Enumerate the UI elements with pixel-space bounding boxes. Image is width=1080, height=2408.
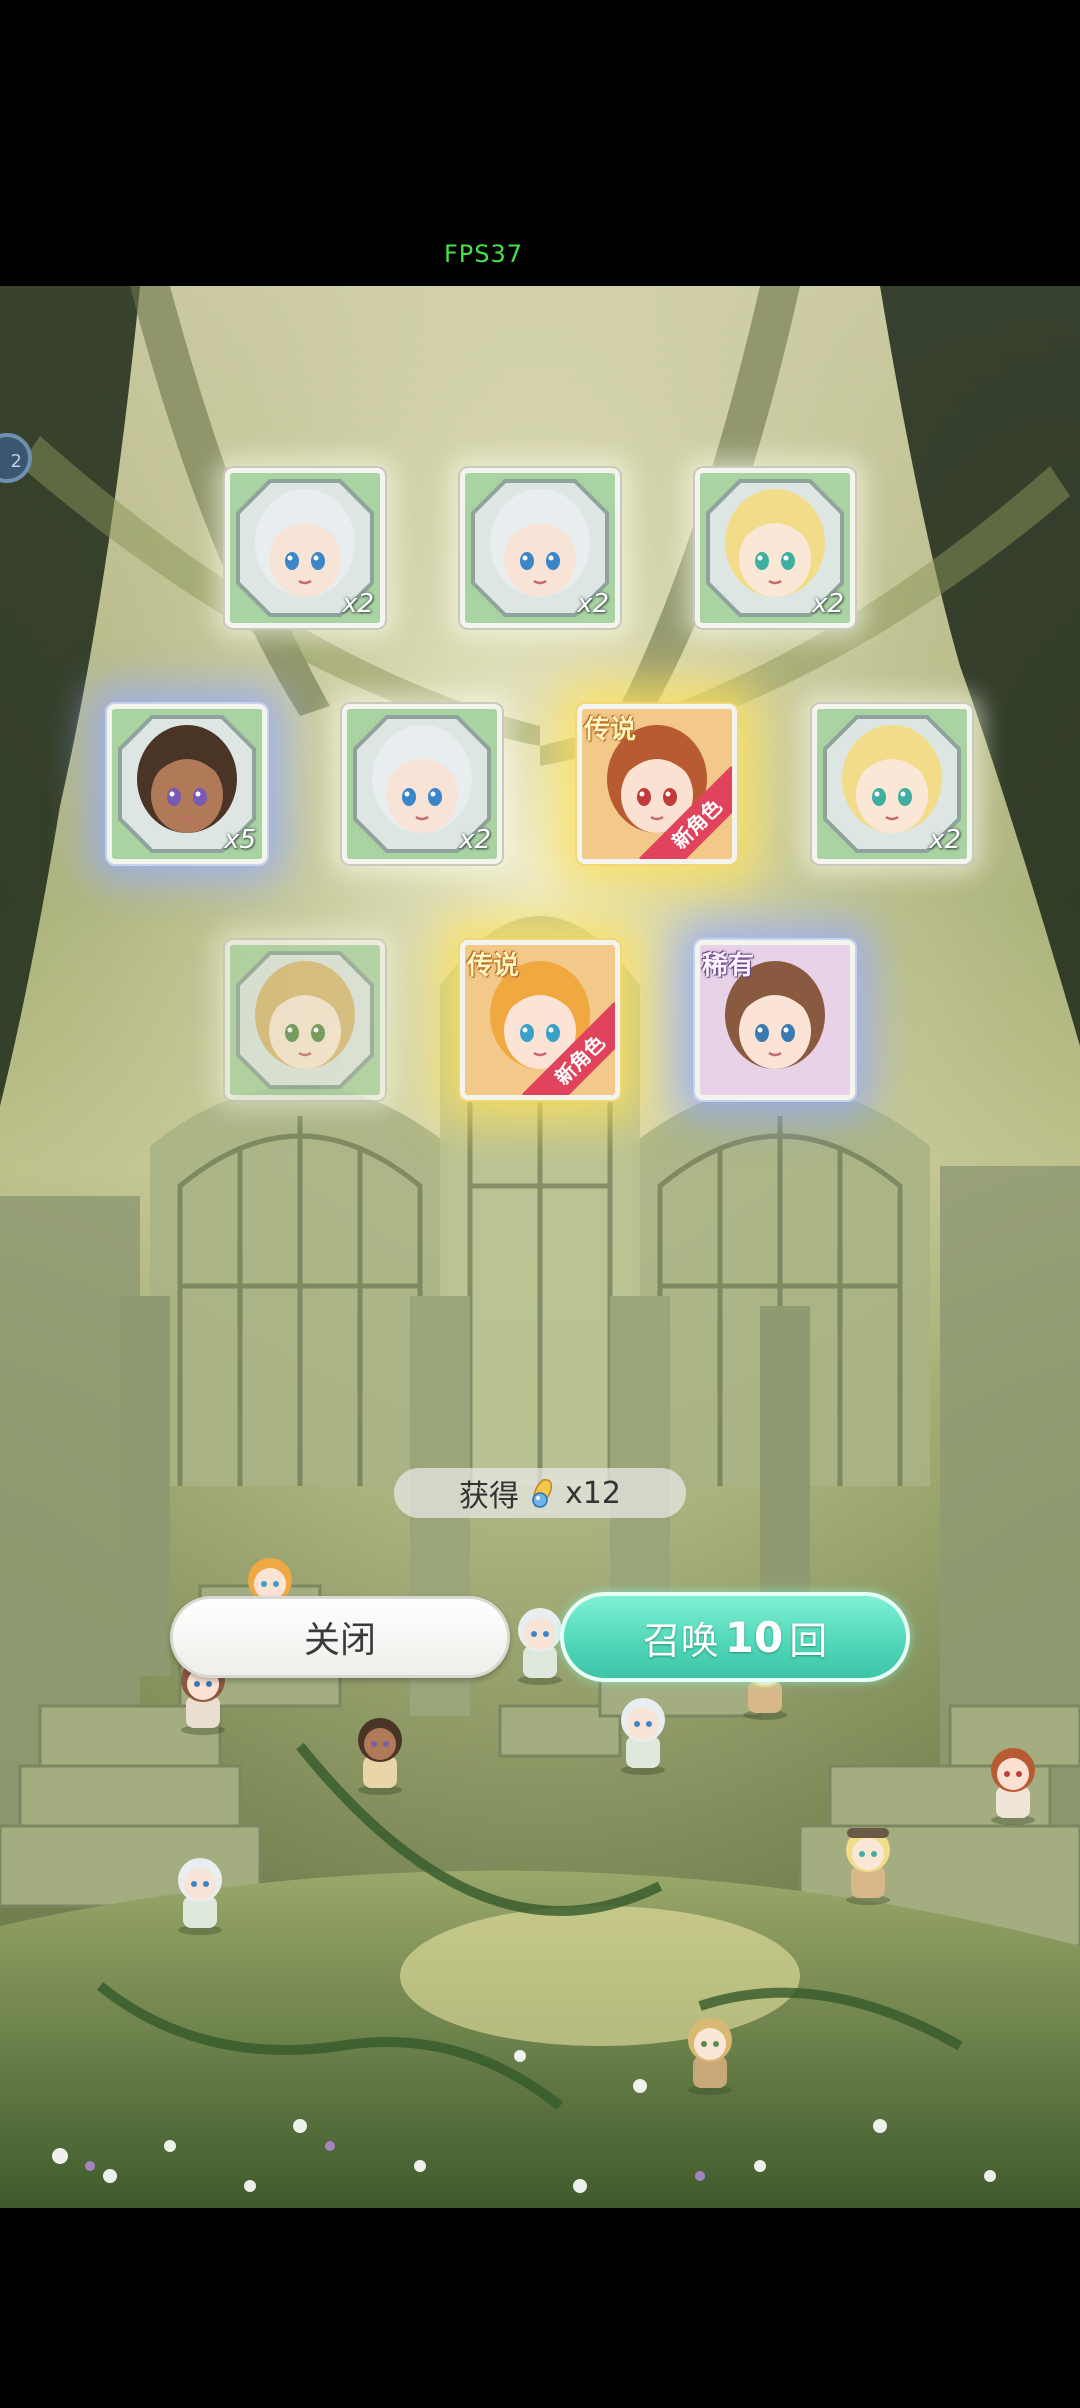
character-portrait bbox=[230, 945, 380, 1095]
summon-result-scene: 2 x2 x2 x2 x5 x2 传说新角色 x2 传说新角色 稀有 获得 bbox=[0, 286, 1080, 2208]
duplicate-multiplier: x2 bbox=[342, 589, 374, 619]
obtain-summary: 获得 x12 bbox=[394, 1468, 686, 1518]
duplicate-multiplier: x2 bbox=[459, 825, 491, 855]
result-card[interactable]: x2 bbox=[460, 468, 620, 628]
duplicate-multiplier: x2 bbox=[812, 589, 844, 619]
chibi-character bbox=[846, 1828, 890, 1905]
summon-suffix: 回 bbox=[789, 1618, 828, 1663]
crystal-feather-icon bbox=[532, 1478, 553, 1508]
chibi-character bbox=[178, 1858, 222, 1935]
summon-ten-button[interactable]: 召唤 10 回 bbox=[560, 1592, 910, 1682]
chibi-character bbox=[621, 1698, 665, 1775]
obtain-count: x12 bbox=[565, 1475, 621, 1511]
duplicate-multiplier: x2 bbox=[577, 589, 609, 619]
summon-count: 10 bbox=[724, 1612, 784, 1662]
close-button-label: 关闭 bbox=[303, 1620, 376, 1661]
result-card[interactable]: x2 bbox=[695, 468, 855, 628]
game-screen: FPS37 2 x2 x2 x2 x5 x2 传说 新角色 x2 传说 新角色 … bbox=[0, 0, 1080, 2408]
result-card[interactable]: x2 bbox=[342, 704, 502, 864]
result-card[interactable]: x5 bbox=[107, 704, 267, 864]
chibi-character bbox=[991, 1748, 1035, 1825]
duplicate-multiplier: x5 bbox=[224, 825, 256, 855]
summon-prefix: 召唤 bbox=[642, 1618, 719, 1663]
fps-counter: FPS37 bbox=[444, 240, 524, 268]
chibi-character bbox=[358, 1718, 402, 1795]
obtain-label: 获得 bbox=[459, 1479, 520, 1514]
rarity-tag: 传说 bbox=[584, 715, 637, 745]
result-card[interactable]: 稀有 bbox=[695, 940, 855, 1100]
result-card[interactable]: 传说 新角色 bbox=[577, 704, 737, 864]
rarity-tag: 稀有 bbox=[702, 951, 755, 981]
rarity-tag: 传说 bbox=[467, 951, 520, 981]
result-card[interactable] bbox=[225, 940, 385, 1100]
duplicate-multiplier: x2 bbox=[929, 825, 961, 855]
result-card[interactable]: x2 bbox=[812, 704, 972, 864]
close-button[interactable]: 关闭 bbox=[170, 1596, 510, 1678]
chibi-character bbox=[688, 2018, 732, 2095]
result-card[interactable]: x2 bbox=[225, 468, 385, 628]
result-card[interactable]: 传说 新角色 bbox=[460, 940, 620, 1100]
